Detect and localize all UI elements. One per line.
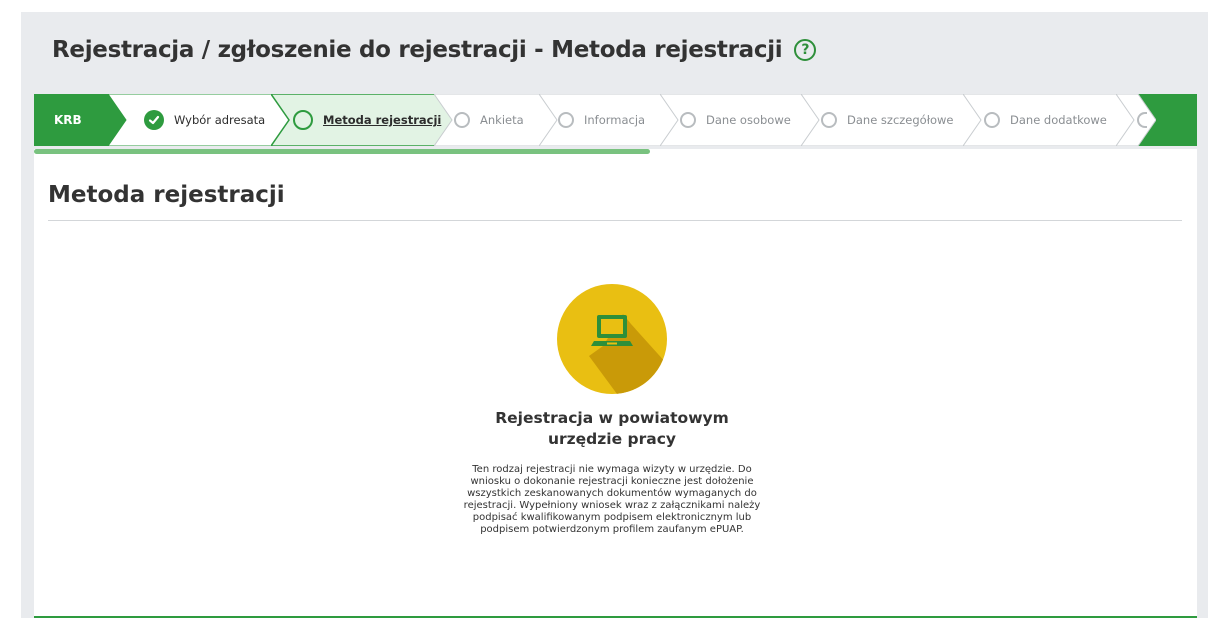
step-label: Informacja (584, 113, 646, 127)
step-label: Ankieta (480, 113, 524, 127)
pending-step-circle-icon (558, 112, 574, 128)
step-label: Dane dodatkowe (1010, 113, 1107, 127)
section-title: Metoda rejestracji (48, 182, 285, 208)
step-label: Dane osobowe (706, 113, 791, 127)
pending-step-circle-icon (821, 112, 837, 128)
step-dane-dodatkowe[interactable]: Dane dodatkowe (963, 94, 1137, 146)
step-label: Dane szczegółowe (847, 113, 954, 127)
step-dane-szczegolowe[interactable]: Dane szczegółowe (801, 94, 984, 146)
method-title: Rejestracja w powiatowym urzędzie pracy (495, 409, 729, 448)
check-icon (144, 110, 164, 130)
step-dane-osobowe[interactable]: Dane osobowe (660, 94, 822, 146)
step-label: Metoda rejestracji (323, 113, 442, 127)
step-label: Wybór adresata (174, 113, 266, 127)
pending-step-circle-icon (680, 112, 696, 128)
registration-method-option[interactable]: Rejestracja w powiatowym urzędzie pracy … (452, 284, 772, 536)
step-next-truncated[interactable] (1116, 94, 1156, 146)
laptop-icon (557, 284, 667, 394)
help-icon[interactable]: ? (794, 39, 817, 61)
page-header: Rejestracja / zgłoszenie do rejestracji … (52, 32, 817, 68)
pending-step-circle-icon (984, 112, 1000, 128)
pending-step-circle-icon (1137, 112, 1147, 128)
step-metoda-rejestracji[interactable]: Metoda rejestracji (271, 94, 455, 146)
pending-step-circle-icon (454, 112, 470, 128)
step-wybor-adresata[interactable]: Wybór adresata (108, 94, 294, 146)
method-description: Ten rodzaj rejestracji nie wymaga wizyty… (463, 464, 761, 535)
active-step-circle-icon (293, 110, 313, 130)
section-divider (48, 220, 1182, 221)
page-title: Rejestracja / zgłoszenie do rejestracji … (52, 37, 783, 63)
registration-stepper: KRB Wybór adresata Metoda rejestracji An… (34, 94, 1197, 146)
main-content: Metoda rejestracji Rejestracja w powiato… (34, 154, 1197, 618)
